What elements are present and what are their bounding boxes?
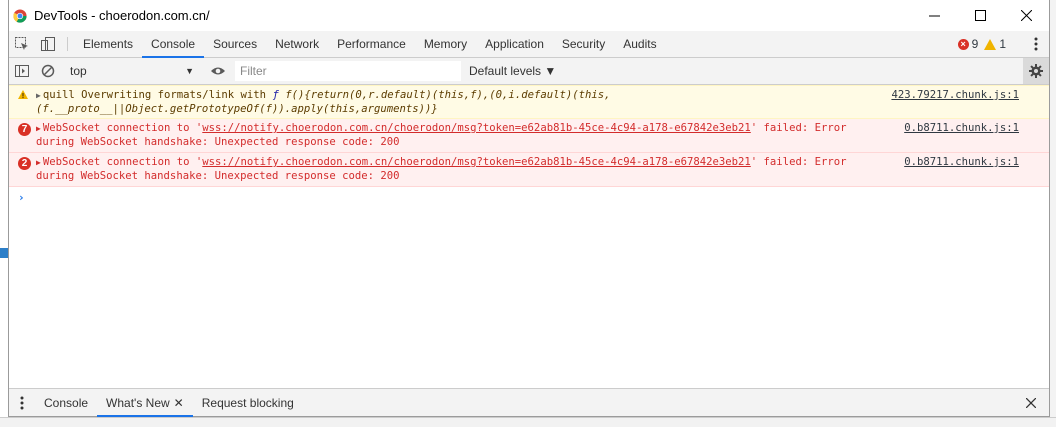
tab-performance[interactable]: Performance	[328, 31, 415, 57]
sidebar-toggle-icon	[15, 65, 29, 77]
kebab-icon	[1034, 37, 1038, 51]
minimize-icon	[928, 15, 940, 17]
window-title: DevTools - choerodon.com.cn/	[34, 8, 210, 23]
close-icon	[1020, 10, 1032, 21]
context-selector[interactable]: top ▼	[66, 61, 200, 81]
log-levels-dropdown[interactable]: Default levels ▼	[469, 64, 556, 78]
message-suffix: ' failed: Error	[750, 156, 847, 168]
inspect-icon	[15, 37, 28, 50]
prompt-chevron-icon: ›	[18, 191, 25, 204]
message-line-2: (f.__proto__||Object.getPrototypeOf(f)).…	[36, 102, 438, 115]
websocket-url-link[interactable]: wss://notify.choerodon.com.cn/choerodon/…	[202, 122, 751, 134]
minimize-button[interactable]	[911, 0, 957, 31]
console-messages: ▶ quill Overwriting formats/link with ƒ f…	[9, 85, 1049, 204]
drawer-tab-bar: Console What's New ✕ Request blocking	[9, 388, 1049, 417]
tab-sources[interactable]: Sources	[204, 31, 266, 57]
chrome-icon	[13, 8, 27, 23]
console-message-error[interactable]: 7 ▶ WebSocket connection to 'wss://notify…	[9, 119, 1049, 153]
error-icon: ×	[957, 38, 969, 50]
kebab-icon	[20, 396, 24, 409]
close-tab-icon[interactable]: ✕	[174, 396, 184, 410]
tab-console[interactable]: Console	[142, 31, 205, 58]
repeat-count: 2	[18, 157, 31, 170]
message-prefix: quill Overwriting formats/link with	[42, 89, 273, 101]
websocket-url-link[interactable]: wss://notify.choerodon.com.cn/choerodon/…	[202, 156, 751, 168]
title-bar: DevTools - choerodon.com.cn/	[9, 0, 1049, 31]
message-line-1: ▶ WebSocket connection to 'wss://notify.c…	[36, 156, 1041, 170]
message-suffix: ' failed: Error	[750, 122, 847, 134]
drawer-tab-whats-new[interactable]: What's New ✕	[97, 389, 193, 417]
background-highlight	[0, 248, 8, 258]
repeat-count-badge: 2	[18, 157, 31, 171]
source-link[interactable]: 423.79217.chunk.js:1	[891, 89, 1019, 103]
console-toolbar: top ▼ Filter Default levels ▼	[9, 58, 1049, 85]
background-app-edge-right	[1050, 0, 1056, 426]
console-message-warning[interactable]: ▶ quill Overwriting formats/link with ƒ f…	[9, 85, 1049, 119]
expand-triangle-icon[interactable]: ▶	[36, 158, 41, 167]
gear-icon	[1029, 64, 1043, 78]
background-app-edge	[0, 0, 8, 426]
window-controls	[911, 0, 1049, 31]
tab-elements[interactable]: Elements	[74, 31, 142, 57]
message-body: f(){return(0,r.default)(this,f),(0,i.def…	[278, 89, 611, 101]
tab-security[interactable]: Security	[553, 31, 614, 57]
tab-audits[interactable]: Audits	[614, 31, 665, 57]
close-drawer-button[interactable]	[1013, 389, 1049, 416]
show-sidebar-button[interactable]	[9, 58, 35, 84]
console-prompt[interactable]: ›	[9, 187, 1049, 204]
log-levels-label: Default levels ▼	[469, 64, 557, 78]
drawer-tab-label: Console	[44, 395, 89, 410]
expand-triangle-icon[interactable]: ▶	[36, 91, 41, 100]
tab-memory[interactable]: Memory	[415, 31, 476, 57]
context-value: top	[70, 64, 87, 78]
message-prefix: WebSocket connection to '	[42, 156, 203, 168]
filter-input[interactable]: Filter	[235, 61, 461, 81]
drawer-tab-label: Request blocking	[201, 395, 294, 410]
warning-count: 1	[999, 37, 1006, 51]
drawer-tab-request-blocking[interactable]: Request blocking	[193, 389, 303, 416]
message-prefix: WebSocket connection to '	[42, 122, 203, 134]
tab-network[interactable]: Network	[266, 31, 328, 57]
more-options-button[interactable]	[1023, 37, 1049, 51]
issue-counter[interactable]: × 9 1	[957, 37, 1006, 51]
live-expression-button[interactable]	[205, 58, 231, 84]
drawer-menu-button[interactable]	[9, 389, 35, 416]
repeat-count: 7	[18, 123, 31, 136]
dropdown-arrow-icon: ▼	[185, 66, 194, 76]
error-count: 9	[971, 37, 979, 51]
drawer-tab-console[interactable]: Console	[35, 389, 97, 416]
message-line-2: during WebSocket handshake: Unexpected r…	[36, 135, 400, 148]
source-link[interactable]: 0.b8711.chunk.js:1	[904, 156, 1019, 170]
warning-icon	[984, 38, 997, 50]
expand-triangle-icon[interactable]: ▶	[36, 124, 41, 133]
devtools-window: DevTools - choerodon.com.cn/ Elements Co…	[8, 0, 1050, 417]
repeat-count-badge: 7	[18, 123, 31, 137]
warning-icon	[18, 90, 28, 104]
tab-application[interactable]: Application	[476, 31, 553, 57]
message-line-1: ▶ quill Overwriting formats/link with ƒ f…	[36, 89, 1041, 103]
toolbar-divider	[67, 37, 68, 51]
clear-console-button[interactable]	[35, 58, 61, 84]
close-window-button[interactable]	[1003, 0, 1049, 31]
close-icon	[1026, 397, 1036, 408]
console-message-error[interactable]: 2 ▶ WebSocket connection to 'wss://notify…	[9, 153, 1049, 187]
panel-tab-bar: Elements Console Sources Network Perform…	[9, 31, 1049, 58]
drawer-tab-label: What's New	[106, 395, 170, 410]
inspect-element-button[interactable]	[9, 31, 35, 57]
maximize-button[interactable]	[957, 0, 1003, 31]
message-line-2: during WebSocket handshake: Unexpected r…	[36, 169, 400, 182]
message-line-1: ▶ WebSocket connection to 'wss://notify.c…	[36, 122, 1041, 136]
eye-icon	[211, 67, 225, 75]
device-icon	[41, 37, 55, 51]
console-settings-button[interactable]	[1023, 58, 1049, 84]
device-toolbar-button[interactable]	[35, 31, 61, 57]
maximize-icon	[974, 10, 986, 21]
clear-icon	[41, 64, 55, 78]
filter-placeholder: Filter	[240, 64, 267, 78]
source-link[interactable]: 0.b8711.chunk.js:1	[904, 122, 1019, 136]
